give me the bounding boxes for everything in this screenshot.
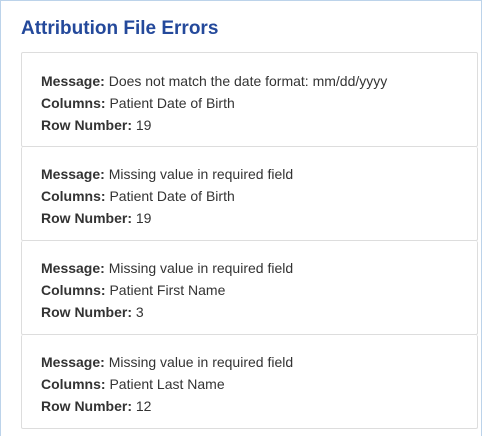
panel-title: Attribution File Errors (21, 18, 219, 39)
error-item: Message: Missing value in required field… (21, 335, 478, 429)
columns-value: Patient First Name (109, 282, 226, 298)
error-item: Message: Missing value in required field… (21, 147, 478, 241)
message-label: Message: (41, 166, 105, 182)
columns-label: Columns: (41, 376, 106, 392)
error-columns-line: Columns: Patient Date of Birth (41, 92, 477, 114)
message-value: Missing value in required field (108, 166, 294, 182)
columns-value: Patient Date of Birth (109, 95, 235, 111)
columns-label: Columns: (41, 282, 106, 298)
error-message-line: Message: Missing value in required field (41, 257, 477, 279)
row-number-value: 19 (135, 117, 152, 133)
message-label: Message: (41, 354, 105, 370)
error-columns-line: Columns: Patient Last Name (41, 373, 477, 395)
message-value: Missing value in required field (108, 354, 294, 370)
message-value: Missing value in required field (108, 260, 294, 276)
message-value: Does not match the date format: mm/dd/yy… (108, 73, 388, 89)
row-number-value: 12 (135, 398, 152, 414)
message-label: Message: (41, 260, 105, 276)
error-message-line: Message: Missing value in required field (41, 351, 477, 373)
error-item: Message: Does not match the date format:… (21, 52, 478, 147)
error-row-line: Row Number: 19 (41, 207, 477, 229)
attribution-errors-panel: Attribution File Errors Message: Does no… (0, 0, 482, 436)
error-list: Message: Does not match the date format:… (21, 52, 478, 429)
error-columns-line: Columns: Patient First Name (41, 279, 477, 301)
columns-value: Patient Date of Birth (109, 188, 235, 204)
error-row-line: Row Number: 3 (41, 301, 477, 323)
row-number-label: Row Number: (41, 117, 132, 133)
message-label: Message: (41, 73, 105, 89)
error-columns-line: Columns: Patient Date of Birth (41, 185, 477, 207)
columns-value: Patient Last Name (109, 376, 225, 392)
row-number-value: 19 (135, 210, 152, 226)
error-message-line: Message: Does not match the date format:… (41, 70, 477, 92)
row-number-label: Row Number: (41, 398, 132, 414)
columns-label: Columns: (41, 95, 106, 111)
error-message-line: Message: Missing value in required field (41, 163, 477, 185)
row-number-value: 3 (135, 304, 144, 320)
row-number-label: Row Number: (41, 304, 132, 320)
error-item: Message: Missing value in required field… (21, 241, 478, 335)
columns-label: Columns: (41, 188, 106, 204)
error-row-line: Row Number: 19 (41, 114, 477, 136)
row-number-label: Row Number: (41, 210, 132, 226)
error-row-line: Row Number: 12 (41, 395, 477, 417)
